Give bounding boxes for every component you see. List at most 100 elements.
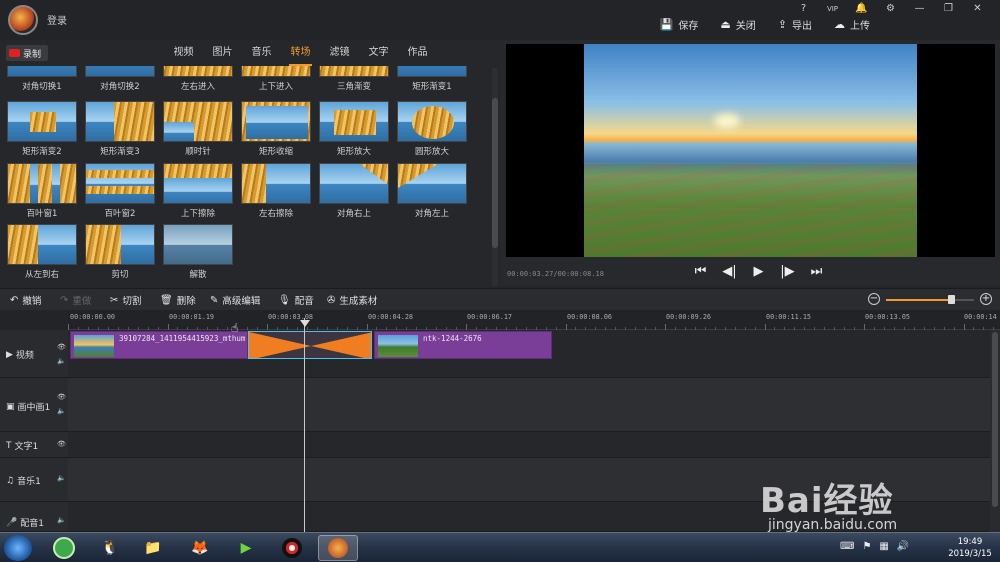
transition-item[interactable]: 矩形收缩 [240,101,312,157]
video-clip[interactable]: ntk-1244-2676 [374,331,552,359]
text-lane[interactable] [68,432,990,458]
step-back-icon[interactable]: ◀︎| [715,264,744,279]
tab-filter[interactable]: 滤镜 [320,40,359,66]
taskbar-app-firefox[interactable]: 🦊 [180,535,220,561]
delete-button[interactable]: 🗑 删除 [160,293,196,308]
volume-icon[interactable]: 🔊 [897,541,909,552]
transition-item[interactable]: 顺时针 [162,101,234,157]
playhead[interactable] [304,318,305,532]
transition-item[interactable]: 上下擦除 [162,163,234,219]
track-header-text[interactable]: T 文字1 👁 [0,432,68,458]
speaker-icon[interactable]: 🔈 [57,516,66,524]
speaker-icon[interactable]: 🔈 [57,407,66,415]
start-button[interactable] [4,535,32,561]
transition-item[interactable]: 对角切换2 [84,66,156,92]
taskbar-clock[interactable]: 19:49 2019/3/15 [940,536,1000,560]
maximize-icon[interactable]: ❐ [934,2,963,16]
minimize-icon[interactable]: — [905,2,934,16]
undo-button[interactable]: ↶ 撤销 [10,293,41,308]
export-button[interactable]: ⇪ 导出 [778,17,812,32]
zoom-in-icon[interactable]: + [980,293,992,305]
transition-item[interactable]: 矩形渐变3 [84,101,156,157]
speaker-icon[interactable]: 🔈 [57,357,66,365]
gear-icon[interactable]: ⚙ [876,2,905,16]
taskbar-app-360[interactable] [44,535,84,561]
transition-item[interactable]: 从左到右 [6,224,78,280]
playhead-handle[interactable] [300,320,310,327]
flag-icon[interactable]: ⚑ [862,541,871,552]
video-preview[interactable] [506,44,995,257]
transition-item[interactable]: 矩形渐变2 [6,101,78,157]
transition-item[interactable]: 剪切 [84,224,156,280]
upload-button[interactable]: ☁ 上传 [834,17,870,32]
tab-music[interactable]: 音乐 [242,40,281,66]
taskbar-app-recorder[interactable] [272,535,312,561]
record-button[interactable]: 录制 [6,45,48,61]
time-ruler[interactable]: 00:00:00.00 00:00:01.19 00:00:03.08 00:0… [68,310,1000,330]
dub-button[interactable]: 🎙 配音 [278,293,314,308]
close-window-icon[interactable]: ✕ [963,2,992,16]
tab-works[interactable]: 作品 [398,40,437,66]
transition-item[interactable]: 圆形放大 [396,101,468,157]
video-clip[interactable]: 39107284_1411954415923_mthumb [70,331,248,359]
tab-transition[interactable]: 转场 [281,40,320,66]
skip-end-icon[interactable]: ⏭ [802,264,831,279]
zoom-out-icon[interactable]: − [868,293,880,305]
app-logo[interactable] [8,5,38,35]
pip-track-icon: ▣ [6,401,15,412]
eye-icon[interactable]: 👁 [57,393,66,401]
transition-item[interactable]: 矩形放大 [318,101,390,157]
taskbar-app-explorer[interactable]: 📁 [133,535,173,561]
zoom-slider-knob[interactable] [948,295,955,304]
keyboard-icon[interactable]: ⌨ [840,541,854,552]
transition-item[interactable]: 对角切换1 [6,66,78,92]
help-icon[interactable]: ? [789,2,818,16]
vip-icon[interactable]: VIP [818,2,847,16]
skip-start-icon[interactable]: ⏮ [686,264,715,279]
generate-material-button[interactable]: ✇ 生成素材 [327,293,377,308]
taskbar-app-player[interactable]: ▶ [226,535,266,561]
play-icon[interactable]: ▶ [744,264,773,279]
taskbar-app-video-editor[interactable] [318,535,358,561]
bell-icon[interactable]: 🔔 [847,2,876,16]
transition-item[interactable]: 左右进入 [162,66,234,92]
redo-button[interactable]: ↷ 重做 [60,293,91,308]
speaker-icon[interactable]: 🔈 [57,474,66,482]
transition-item[interactable]: 百叶窗2 [84,163,156,219]
close-project-button[interactable]: ⏏ 关闭 [720,17,755,32]
step-forward-icon[interactable]: |▶︎ [773,264,802,279]
music-lane[interactable] [68,458,990,502]
save-button[interactable]: 💾 保存 [660,17,699,32]
pip-lane[interactable] [68,378,990,432]
login-link[interactable]: 登录 [47,12,67,27]
eye-icon[interactable]: 👁 [57,440,66,448]
cut-button[interactable]: ✂ 切割 [110,293,141,308]
tab-text[interactable]: 文字 [359,40,398,66]
transition-item[interactable]: 对角左上 [396,163,468,219]
track-header-music[interactable]: ♫ 音乐1 🔈 [0,458,68,502]
tab-video[interactable]: 视频 [164,40,203,66]
transition-clip[interactable] [248,331,372,359]
video-lane[interactable]: 39107284_1411954415923_mthumb ntk-1244-2… [68,330,990,378]
track-header-pip[interactable]: ▣ 画中画1 👁 🔈 [0,378,68,432]
track-header-dub[interactable]: 🎤 配音1 🔈 [0,502,68,532]
transition-item[interactable]: 矩形渐变1 [396,66,468,92]
transition-item[interactable]: 对角右上 [318,163,390,219]
transition-item[interactable]: 百叶窗1 [6,163,78,219]
eye-icon[interactable]: 👁 [57,343,66,351]
taskbar-app-qq[interactable]: 🐧 [90,535,130,561]
transition-item[interactable]: 解散 [162,224,234,280]
timeline-scrollbar[interactable] [990,330,1000,532]
transition-item[interactable]: 三角渐变 [318,66,390,92]
network-icon[interactable]: ▦ [879,541,888,552]
track-header-video[interactable]: ▶ 视频 👁 🔈 [0,330,68,378]
tab-image[interactable]: 图片 [203,40,242,66]
zoom-slider-fill [886,299,950,301]
dub-lane[interactable] [68,502,990,532]
transition-item[interactable]: 上下进入 [240,66,312,92]
transition-item[interactable]: 左右擦除 [240,163,312,219]
advanced-edit-button[interactable]: ✎ 高级编辑 [210,293,260,308]
scrollbar-thumb[interactable] [492,98,498,248]
scrollbar-thumb[interactable] [992,332,998,507]
library-scrollbar[interactable] [492,68,498,286]
